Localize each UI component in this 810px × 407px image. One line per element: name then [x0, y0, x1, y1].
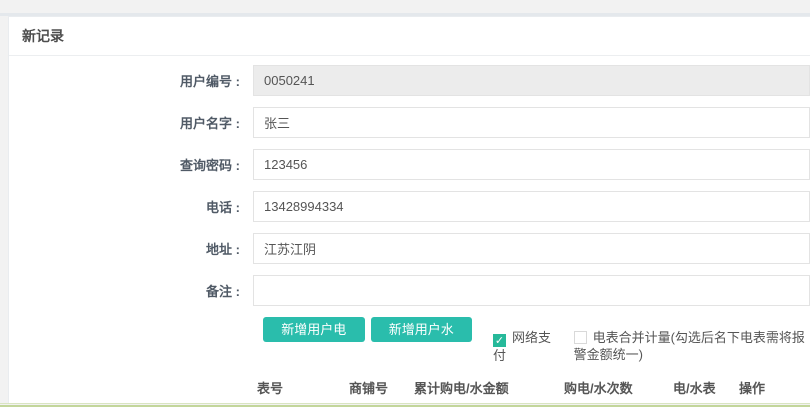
user-name-input[interactable]	[253, 107, 810, 138]
add-water-meter-button[interactable]: 新增用户水表	[371, 317, 473, 342]
header-purchase-count: 购电/水次数	[564, 378, 673, 397]
form-row-address: 地址 :	[9, 233, 810, 264]
header-total-purchase-amount: 累计购电/水金额	[414, 378, 564, 397]
meter-merge-checkbox[interactable]	[574, 331, 587, 344]
form-row-query-password: 查询密码 :	[9, 149, 810, 180]
phone-input[interactable]	[253, 191, 810, 222]
remarks-label: 备注 :	[9, 281, 240, 300]
new-record-panel: 新记录 用户编号 : 用户名字 : 查询密码 : 电话 : 地址 : 备注 :	[8, 16, 810, 403]
actions-row: 新增用户电表 新增用户水表 ✓网络支付 电表合并计量(勾选后名下电表需将报警金额…	[9, 317, 810, 364]
meter-table-header: 表号 商铺号 累计购电/水金额 购电/水次数 电/水表 操作	[9, 378, 810, 397]
bottom-accent-line-light	[0, 403, 810, 404]
address-label: 地址 :	[9, 239, 240, 258]
user-id-label: 用户编号 :	[9, 71, 240, 90]
meter-merge-option[interactable]: 电表合并计量(勾选后名下电表需将报警金额统一)	[574, 329, 810, 363]
user-id-input	[253, 65, 810, 96]
network-payment-option[interactable]: ✓网络支付	[493, 329, 559, 364]
query-password-label: 查询密码 :	[9, 155, 240, 174]
header-actions: 操作	[739, 378, 765, 397]
remarks-input[interactable]	[253, 275, 810, 306]
phone-label: 电话 :	[9, 197, 240, 216]
add-electric-meter-button[interactable]: 新增用户电表	[263, 317, 365, 342]
header-meter-type: 电/水表	[673, 378, 739, 397]
meter-merge-label: 电表合并计量(勾选后名下电表需将报警金额统一)	[574, 330, 805, 362]
form-row-phone: 电话 :	[9, 191, 810, 222]
header-meter-number: 表号	[257, 378, 349, 397]
form-row-user-name: 用户名字 :	[9, 107, 810, 138]
query-password-input[interactable]	[253, 149, 810, 180]
new-record-form: 用户编号 : 用户名字 : 查询密码 : 电话 : 地址 : 备注 : 新增用户…	[9, 56, 810, 404]
form-row-user-id: 用户编号 :	[9, 65, 810, 96]
form-row-remarks: 备注 :	[9, 275, 810, 306]
address-input[interactable]	[253, 233, 810, 264]
header-shop-number: 商铺号	[349, 378, 414, 397]
network-payment-checkbox[interactable]: ✓	[493, 334, 506, 347]
panel-title: 新记录	[9, 17, 810, 56]
user-name-label: 用户名字 :	[9, 113, 240, 132]
